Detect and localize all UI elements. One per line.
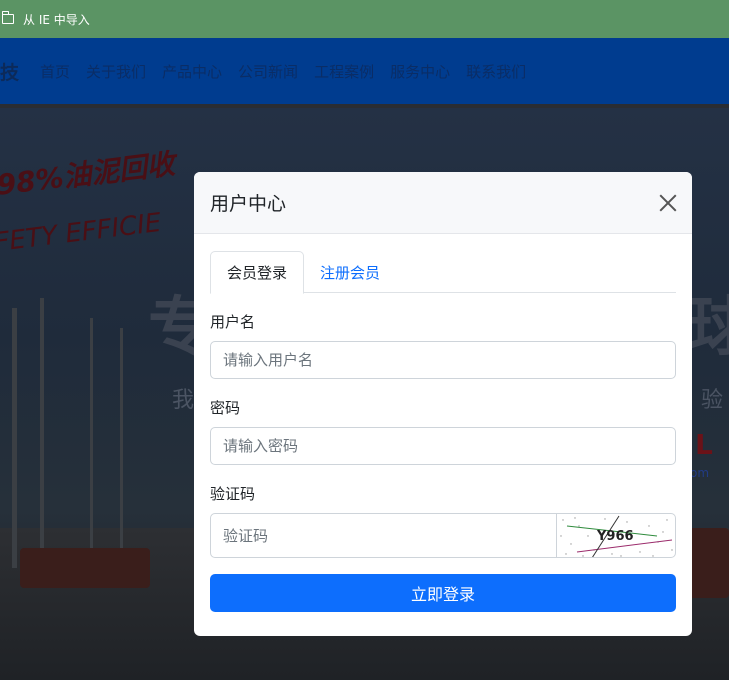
nav-item-cases[interactable]: 工程案例 xyxy=(314,61,374,82)
login-submit-button[interactable]: 立即登录 xyxy=(210,574,676,612)
site-logo: 技 xyxy=(0,62,20,84)
hero-red-slogan-en: FETY EFFICIE xyxy=(0,207,163,259)
captcha-input[interactable] xyxy=(210,513,557,558)
modal-header: 用户中心 xyxy=(194,172,692,234)
nav-item-contact[interactable]: 联系我们 xyxy=(466,61,526,82)
tab-member-login[interactable]: 会员登录 xyxy=(210,251,305,294)
nav-item-news[interactable]: 公司新闻 xyxy=(238,61,298,82)
hero-blue-right: om xyxy=(690,466,710,480)
nav-item-home[interactable]: 首页 xyxy=(40,61,70,82)
close-icon[interactable] xyxy=(656,191,680,215)
hero-red-slogan: 98%油泥回收 xyxy=(0,147,177,202)
captcha-code: Y966 xyxy=(597,529,634,544)
hero-light-pole xyxy=(90,318,93,568)
username-input[interactable] xyxy=(210,341,676,379)
hero-tank xyxy=(20,548,150,588)
nav-item-about[interactable]: 关于我们 xyxy=(86,61,146,82)
username-label: 用户名 xyxy=(210,313,256,331)
hero-light-pole xyxy=(12,308,17,568)
hero-red-right: L xyxy=(695,428,713,461)
nav-item-products[interactable]: 产品中心 xyxy=(162,61,222,82)
folder-icon xyxy=(2,11,14,24)
tab-register[interactable]: 注册会员 xyxy=(304,251,396,293)
login-tabs: 会员登录 注册会员 xyxy=(210,251,676,294)
password-label: 密码 xyxy=(210,399,241,417)
hero-light-pole xyxy=(120,328,123,568)
captcha-image[interactable]: Y966 xyxy=(557,513,676,558)
site-nav: 技 首页 关于我们 产品中心 公司新闻 工程案例 服务中心 联系我们 xyxy=(0,38,729,105)
password-input[interactable] xyxy=(210,427,676,465)
modal-title: 用户中心 xyxy=(210,193,287,215)
hero-subline-right: 验 xyxy=(701,388,724,413)
hero-subline-left: 我 xyxy=(172,388,195,413)
captcha-label: 验证码 xyxy=(210,485,256,503)
hero-light-pole xyxy=(40,298,44,568)
user-center-modal: 用户中心 会员登录 注册会员 用户名 密码 验证码 Y966 立即登录 xyxy=(194,172,692,636)
bookmark-folder-import-ie[interactable]: 从 IE 中导入 xyxy=(23,11,90,28)
hero-headline-right: 球 xyxy=(688,291,729,365)
nav-item-service[interactable]: 服务中心 xyxy=(390,61,450,82)
bookmarks-bar: 从 IE 中导入 xyxy=(0,0,729,38)
